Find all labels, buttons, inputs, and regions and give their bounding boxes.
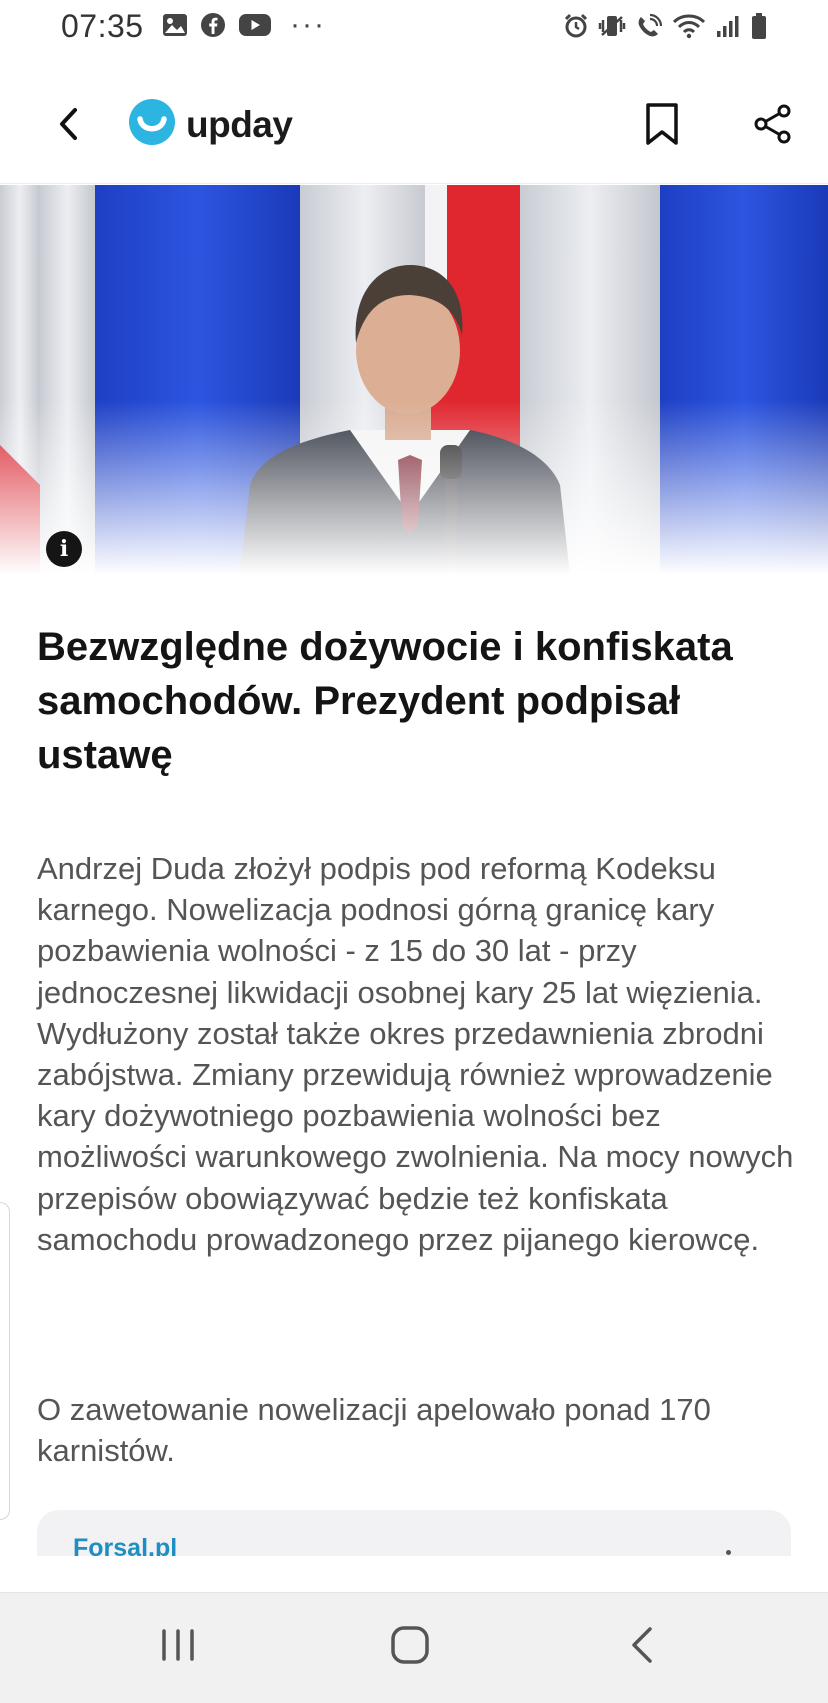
status-left-icons: ··· — [162, 8, 326, 41]
share-button[interactable] — [748, 96, 798, 156]
bookmark-icon — [644, 102, 680, 151]
recent-apps-icon — [158, 1627, 198, 1668]
upday-logo-icon — [128, 98, 176, 151]
back-arrow-icon — [57, 106, 79, 147]
nav-back-button[interactable] — [597, 1615, 687, 1679]
youtube-icon — [238, 13, 272, 37]
hero-image[interactable]: i — [0, 185, 828, 575]
wifi-icon — [672, 13, 706, 44]
back-icon — [628, 1625, 656, 1670]
status-time: 07:35 — [61, 8, 144, 44]
home-button[interactable] — [365, 1615, 455, 1679]
status-right-icons — [563, 12, 768, 45]
gallery-icon — [162, 13, 188, 37]
article-headline: Bezwzględne dożywocie i konfiskata samoc… — [37, 625, 733, 777]
logo-text: upday — [186, 103, 293, 145]
status-overflow: ··· — [290, 8, 326, 41]
image-info-button[interactable]: i — [46, 531, 82, 567]
bookmark-button[interactable] — [640, 96, 684, 156]
hero-photo — [0, 185, 828, 575]
more-options-icon[interactable] — [726, 1550, 731, 1555]
system-nav-bar — [0, 1592, 828, 1703]
info-icon: i — [59, 536, 69, 562]
vibrate-icon — [598, 13, 626, 44]
home-icon — [390, 1625, 430, 1670]
signal-icon — [715, 13, 741, 44]
share-icon — [753, 104, 793, 149]
wifi-calling-icon — [635, 13, 663, 44]
article-paragraph-1: Andrzej Duda złożył podpis pod reformą K… — [37, 851, 794, 1257]
recent-apps-button[interactable] — [133, 1615, 223, 1679]
edge-panel-handle[interactable] — [0, 1202, 10, 1520]
battery-icon — [750, 12, 768, 45]
facebook-icon — [200, 12, 226, 38]
app-bar: upday — [0, 68, 828, 184]
alarm-icon — [563, 13, 589, 44]
back-button[interactable] — [48, 98, 88, 154]
content-clip — [0, 1556, 828, 1592]
status-bar: 07:35 ··· — [0, 0, 828, 56]
article-paragraph-2: O zawetowanie nowelizacji apelowało pona… — [37, 1392, 711, 1469]
upday-logo: upday — [128, 98, 293, 151]
